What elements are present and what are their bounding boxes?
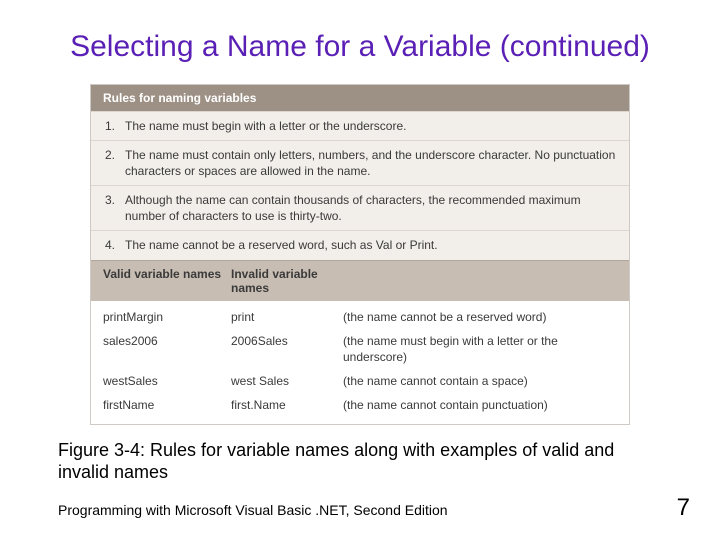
rule-text: The name must contain only letters, numb… xyxy=(121,147,617,179)
page-number: 7 xyxy=(677,494,690,522)
rule-number: 4. xyxy=(105,237,121,253)
valid-name: sales2006 xyxy=(103,333,231,365)
rule-text: The name must begin with a letter or the… xyxy=(121,118,617,134)
rule-number: 2. xyxy=(105,147,121,179)
reason-header xyxy=(343,267,617,295)
rule-text: Although the name can contain thousands … xyxy=(121,192,617,224)
invalid-header: Invalid variable names xyxy=(231,267,343,295)
rule-text: The name cannot be a reserved word, such… xyxy=(121,237,617,253)
valid-name: westSales xyxy=(103,373,231,389)
example-row: sales2006 2006Sales (the name must begin… xyxy=(91,329,629,369)
example-row: westSales west Sales (the name cannot co… xyxy=(91,369,629,393)
rules-table: Rules for naming variables 1. The name m… xyxy=(90,84,630,425)
invalid-name: west Sales xyxy=(231,373,343,389)
rule-row: 3. Although the name can contain thousan… xyxy=(91,185,629,230)
footer-text: Programming with Microsoft Visual Basic … xyxy=(58,502,448,518)
rule-number: 3. xyxy=(105,192,121,224)
rule-row: 1. The name must begin with a letter or … xyxy=(91,111,629,140)
invalid-name: 2006Sales xyxy=(231,333,343,365)
example-row: printMargin print (the name cannot be a … xyxy=(91,301,629,329)
rules-header: Rules for naming variables xyxy=(91,85,629,111)
figure-caption: Figure 3-4: Rules for variable names alo… xyxy=(0,425,720,484)
example-row: firstName first.Name (the name cannot co… xyxy=(91,393,629,423)
rule-row: 4. The name cannot be a reserved word, s… xyxy=(91,230,629,259)
valid-name: firstName xyxy=(103,397,231,413)
valid-header: Valid variable names xyxy=(103,267,231,295)
rule-row: 2. The name must contain only letters, n… xyxy=(91,140,629,185)
invalid-name: print xyxy=(231,309,343,325)
invalid-reason: (the name cannot contain punctuation) xyxy=(343,397,617,413)
invalid-name: first.Name xyxy=(231,397,343,413)
slide-title: Selecting a Name for a Variable (continu… xyxy=(0,0,720,84)
invalid-reason: (the name must begin with a letter or th… xyxy=(343,333,617,365)
rule-number: 1. xyxy=(105,118,121,134)
invalid-reason: (the name cannot be a reserved word) xyxy=(343,309,617,325)
valid-name: printMargin xyxy=(103,309,231,325)
invalid-reason: (the name cannot contain a space) xyxy=(343,373,617,389)
examples-header: Valid variable names Invalid variable na… xyxy=(91,260,629,301)
